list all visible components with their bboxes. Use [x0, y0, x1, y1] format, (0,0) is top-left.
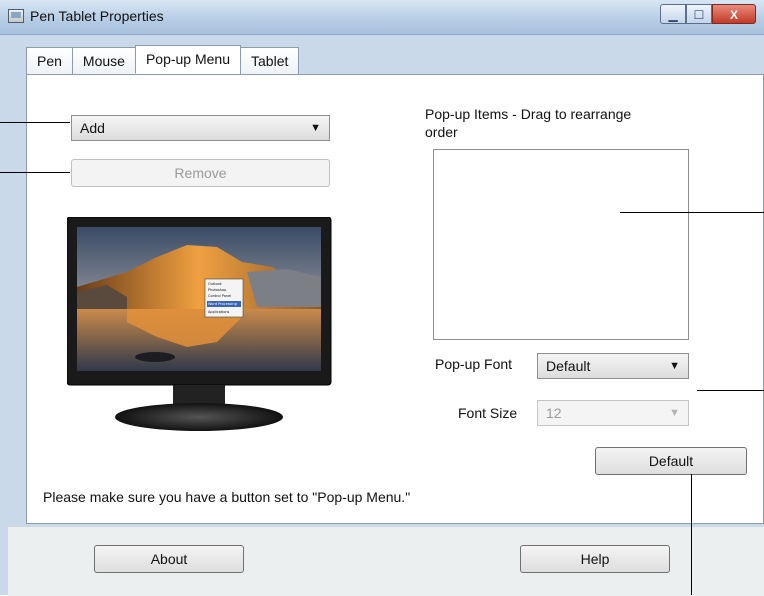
remove-button[interactable]: Remove — [71, 159, 330, 187]
callout-line-add — [0, 122, 70, 123]
chevron-down-icon: ▼ — [310, 122, 321, 134]
preview-menu-item: Applications — [208, 310, 230, 314]
preview-menu-item: Control Panel — [208, 294, 231, 298]
preview-menu-item: Outlook — [208, 282, 223, 286]
monitor-preview: Outlook Photoshop Control Panel Word Pro… — [66, 216, 333, 437]
tab-pen[interactable]: Pen — [26, 47, 73, 74]
callout-line-default — [691, 474, 692, 595]
callout-line-items — [620, 212, 764, 213]
popup-font-dropdown[interactable]: Default ▼ — [537, 353, 689, 379]
tab-strip: Pen Mouse Pop-up Menu Tablet — [26, 45, 300, 75]
close-button[interactable]: X — [712, 4, 756, 24]
popup-items-heading-cont: order — [425, 124, 458, 140]
font-size-value: 12 — [546, 405, 562, 421]
minimize-button[interactable]: ▁ — [660, 4, 686, 24]
tablet-app-icon — [8, 9, 24, 23]
preview-menu-item: Photoshop — [208, 288, 227, 292]
window-controls: ▁ ☐ X — [660, 4, 756, 26]
add-dropdown-value: Add — [80, 120, 105, 136]
tab-tablet[interactable]: Tablet — [240, 47, 300, 74]
popup-font-value: Default — [546, 358, 591, 374]
callout-line-font — [697, 390, 764, 391]
default-button[interactable]: Default — [595, 447, 747, 475]
popup-menu-panel: Add ▼ Remove Outlook Photoshop Control P… — [26, 74, 764, 524]
pen-tablet-properties-window: Pen Tablet Properties ▁ ☐ X Pen Mouse Po… — [0, 0, 764, 596]
popup-items-list[interactable] — [433, 149, 689, 340]
window-title: Pen Tablet Properties — [30, 8, 164, 24]
dialog-footer: About Help — [8, 526, 764, 596]
chevron-down-icon: ▼ — [669, 407, 680, 419]
title-bar[interactable]: Pen Tablet Properties ▁ ☐ X — [0, 0, 764, 35]
add-dropdown[interactable]: Add ▼ — [71, 115, 330, 141]
callout-line-remove — [0, 172, 70, 173]
popup-menu-note: Please make sure you have a button set t… — [43, 489, 411, 505]
maximize-button[interactable]: ☐ — [686, 4, 712, 24]
font-size-label: Font Size — [458, 405, 518, 421]
about-button[interactable]: About — [94, 545, 244, 573]
help-button[interactable]: Help — [520, 545, 670, 573]
chevron-down-icon: ▼ — [669, 360, 680, 372]
popup-items-heading: Pop-up Items - Drag to rearrange — [425, 106, 632, 122]
preview-menu-item: Word Processing — [208, 302, 237, 306]
tab-popup-menu[interactable]: Pop-up Menu — [134, 45, 242, 74]
font-size-dropdown[interactable]: 12 ▼ — [537, 400, 689, 426]
popup-font-label: Pop-up Font — [435, 356, 513, 372]
tab-mouse[interactable]: Mouse — [71, 47, 136, 74]
